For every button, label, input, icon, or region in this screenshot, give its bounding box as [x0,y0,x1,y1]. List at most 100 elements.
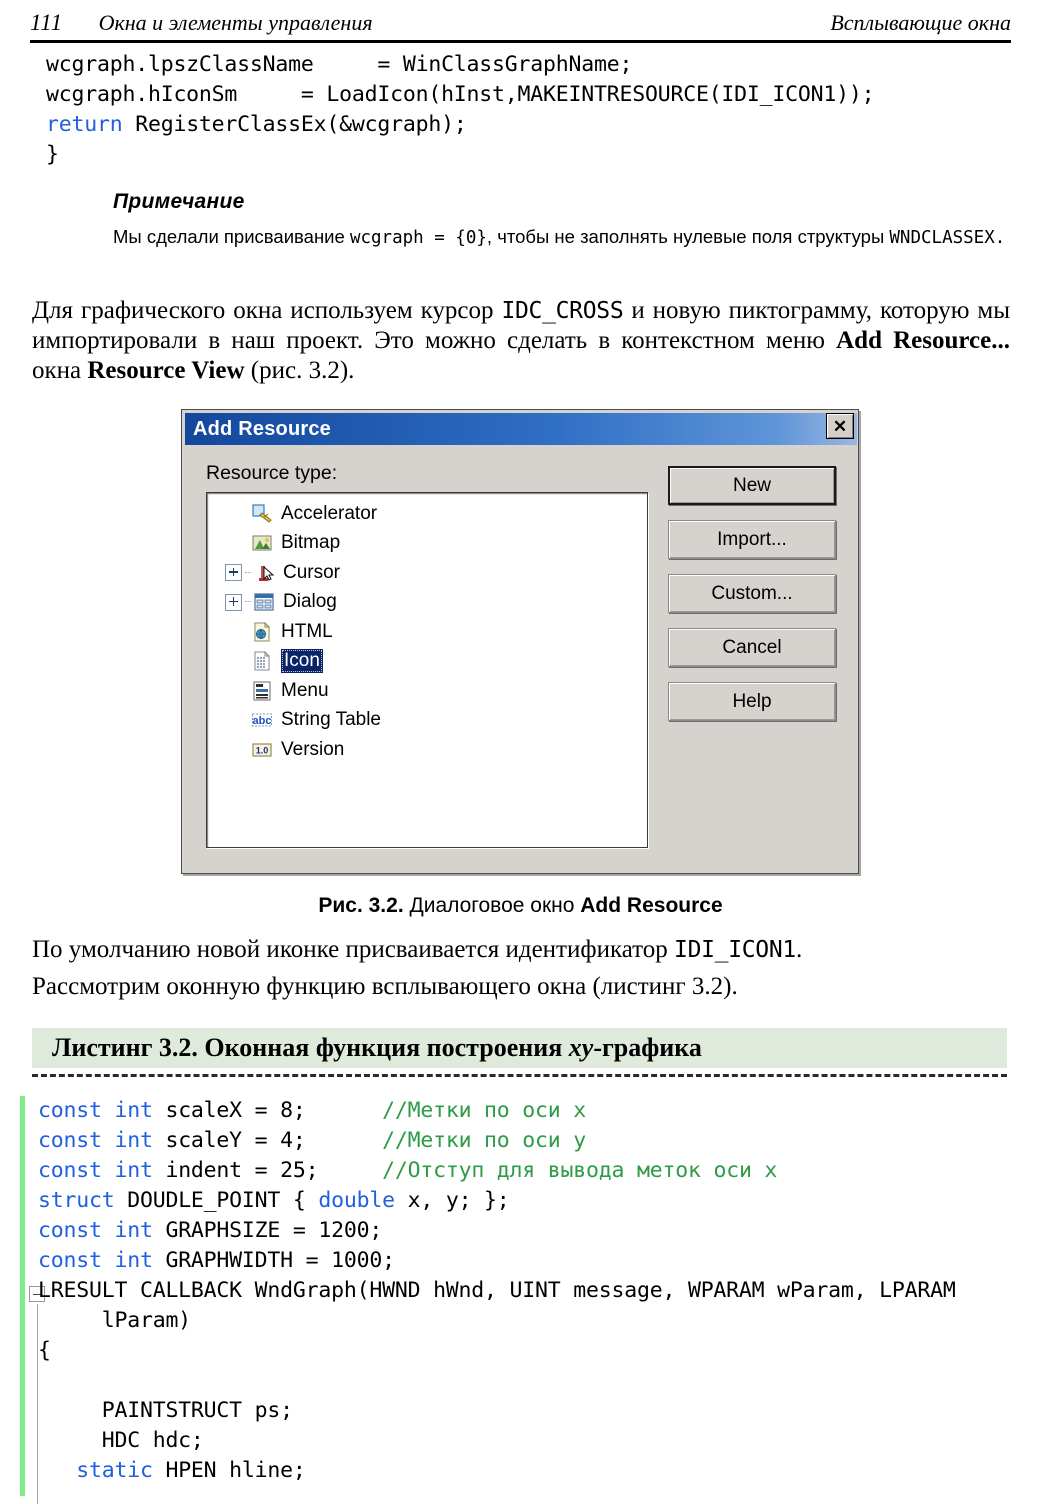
resource-list-item-label: Accelerator [281,502,378,524]
code-token: struct [38,1188,115,1213]
listing-dashed-rule [32,1074,1007,1077]
resource-list-item[interactable]: Dialog [207,588,647,618]
code-token: scaleY = 4; [152,1128,383,1153]
tree-connector [245,601,251,603]
code-token: return [46,112,123,137]
paragraph-text-run: По умолчанию новой иконке присваивается … [32,936,675,963]
code-line: PAINTSTRUCT ps; [38,1396,1018,1426]
code-line: static HPEN hline; [38,1456,1018,1486]
running-head-rule [30,40,1011,43]
resource-list-item[interactable]: 1.0 Version [207,735,647,765]
paragraph-after-figure-2: Рассмотрим оконную функцию всплывающего … [32,972,1010,1002]
paragraph-after-figure-1: По умолчанию новой иконке присваивается … [32,935,1010,965]
paragraph-text-run: . [795,936,803,963]
svg-text:abc: abc [253,715,272,727]
code-line: lParam) [38,1306,1018,1336]
code-line: wcgraph.lpszClassName = WinClassGraphNam… [46,50,1006,80]
code-token: x, y; }; [394,1188,510,1213]
tree-indent-spacer-2 [243,513,249,514]
running-head-chapter: Окна и элементы управления [98,10,373,35]
dialog-button-label: Custom... [711,582,793,604]
resource-list-item-label: Menu [281,679,329,701]
expand-plus-icon[interactable] [225,564,242,582]
code-line: return RegisterClassEx(&wcgraph); [46,110,1006,140]
code-fragment-top: wcgraph.lpszClassName = WinClassGraphNam… [46,50,1006,170]
paragraph-text-run: Resource View [87,357,245,384]
string-table-icon: abc [251,709,273,731]
code-line: struct DOUDLE_POINT { double x, y; }; [38,1186,1018,1216]
tree-connector [245,571,251,574]
resource-list-item-label: Bitmap [281,532,341,554]
code-token: scaleX = 8; [152,1098,383,1123]
close-icon[interactable]: ✕ [826,413,854,439]
code-token: const int [38,1218,153,1243]
code-line: const int GRAPHWIDTH = 1000; [38,1246,1018,1276]
listing-header: Листинг 3.2. Оконная функция построения … [32,1028,1007,1068]
figure-caption: Рис. 3.2. Диалоговое окно Add Resource [0,894,1041,918]
caption-text-run: Рис. 3.2. [318,894,404,917]
code-token: } [46,142,59,167]
paragraph-text-run: Для графического окна используем курсор [32,297,502,324]
dialog-titlebar: Add Resource [185,413,857,445]
cancel-button[interactable]: Cancel [668,628,836,667]
help-button[interactable]: Help [668,682,836,721]
resource-list-item[interactable]: Cursor [207,558,647,588]
code-token: //Отступ для вывода меток оси x [382,1158,778,1183]
paragraph-text-run: Add Resource... [836,327,1010,354]
note-text-run: WNDCLASSEX. [889,228,1006,248]
note-block: Примечание Мы сделали присваивание wcgra… [113,190,1013,252]
import-button[interactable]: Import... [668,520,836,559]
code-token: const int [38,1128,153,1153]
paragraph-text-run: Рассмотрим оконную функцию всплывающего … [32,973,738,1000]
expand-plus-icon[interactable] [225,593,242,611]
code-line: const int GRAPHSIZE = 1200; [38,1216,1018,1246]
resource-list-item[interactable]: HTML [207,617,647,647]
code-line: LRESULT CALLBACK WndGraph(HWND hWnd, UIN… [38,1276,1018,1306]
resource-list-item[interactable]: Menu [207,676,647,706]
resource-list-item[interactable]: abc String Table [207,706,647,736]
code-line: { [38,1336,1018,1366]
note-body: Мы сделали присваивание wcgraph = {0}, ч… [113,223,1013,252]
code-token: HPEN hline; [152,1458,306,1483]
paragraph-text-run: (рис. 3.2). [244,357,355,384]
paragraph-text-run: IDC_CROSS [501,298,624,324]
resource-type-listbox[interactable]: Accelerator Bitmap Cursor Dialog HTML Ic… [206,492,648,848]
code-line: const int scaleY = 4; //Метки по оси y [38,1126,1018,1156]
tree-indent-spacer-2 [243,543,249,544]
dialog-icon [253,591,275,613]
code-token: indent = 25; [152,1158,383,1183]
note-text-run: , чтобы не заполнять нулевые поля структ… [486,226,890,247]
dialog-button-label: Help [732,690,772,712]
code-token: const int [38,1248,153,1273]
listing-body: const int scaleX = 8; //Метки по оси x co… [20,1096,1020,1504]
resource-list-item-label: Dialog [283,591,337,613]
resource-list-item[interactable]: Icon [207,647,647,677]
code-token: RegisterClassEx(&wcgraph); [122,112,467,137]
dialog-button-label: Import... [717,528,787,550]
code-token: GRAPHSIZE = 1200; [152,1218,383,1243]
dialog-button-label: New [732,474,771,496]
code-token: static [76,1458,153,1483]
code-token: GRAPHWIDTH = 1000; [152,1248,395,1273]
listing-change-bar [20,1096,25,1496]
code-token: DOUDLE_POINT { [114,1188,319,1213]
bitmap-icon [251,532,273,554]
dialog-button-column: New Import... Custom... Cancel Help [668,466,836,721]
icon-resource-icon [251,650,273,672]
custom-button[interactable]: Custom... [668,574,836,613]
code-token: { [38,1338,51,1363]
resource-list-item-label: HTML [281,620,333,642]
tree-indent-spacer-2 [243,720,249,721]
listing-title-run: xy [568,1033,594,1062]
resource-list-item[interactable]: Bitmap [207,529,647,559]
tree-indent-spacer-2 [243,661,249,662]
note-text-run: wcgraph = {0} [349,228,487,248]
listing-title-run: Листинг 3.2. Оконная функция построения [52,1033,569,1062]
new-button[interactable]: New [668,466,836,505]
resource-list-item[interactable]: Accelerator [207,499,647,529]
resource-list-item-label: Icon [281,649,323,674]
code-line: const int indent = 25; //Отступ для выво… [38,1156,1018,1186]
resource-type-label: Resource type: [206,462,338,484]
